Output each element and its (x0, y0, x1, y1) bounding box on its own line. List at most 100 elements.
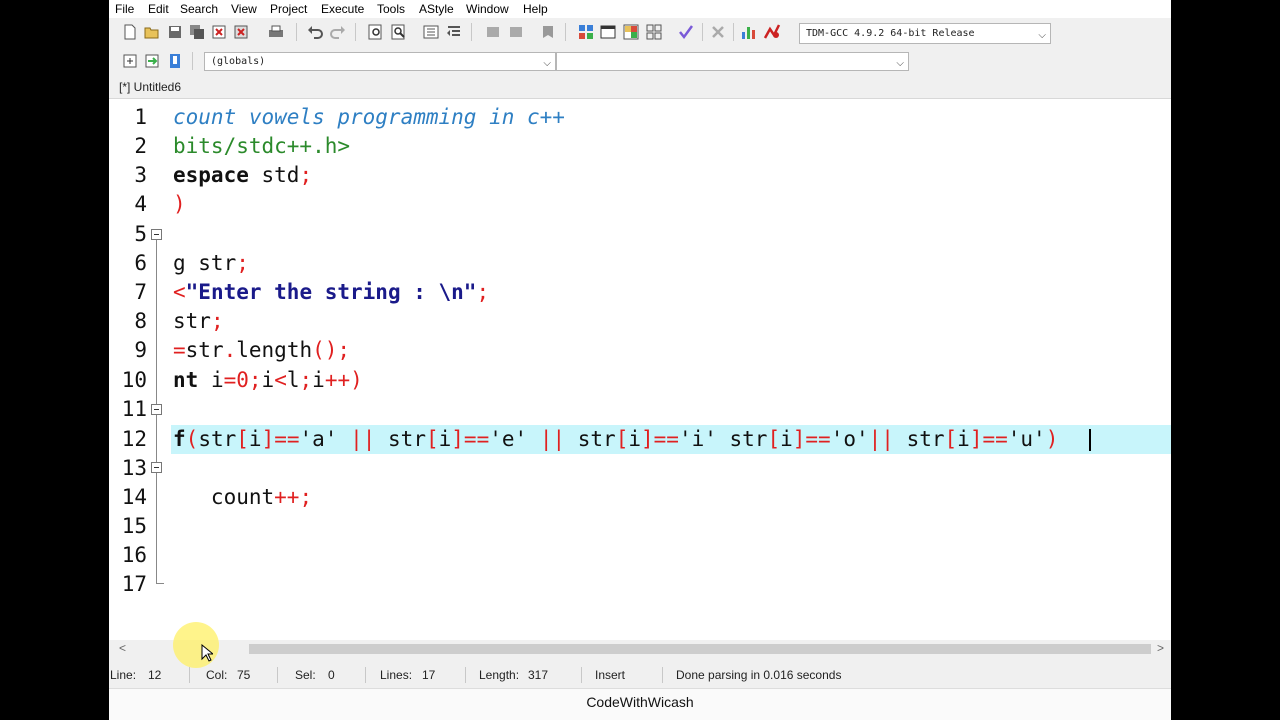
save-icon[interactable] (166, 23, 184, 41)
fold-toggle-icon[interactable] (151, 462, 162, 473)
find-icon[interactable] (367, 23, 385, 41)
menu-edit[interactable]: Edit (148, 2, 169, 16)
scroll-right-icon[interactable]: > (1157, 641, 1164, 655)
pointer-icon (201, 644, 213, 662)
status-col-label: Col: (206, 668, 228, 682)
tab-untitled6[interactable]: [*] Untitled6 (115, 78, 185, 98)
replace-icon[interactable] (390, 23, 408, 41)
status-sel-label: Sel: (295, 668, 316, 682)
code-line-4: ) (173, 192, 186, 216)
class-browser-icon[interactable] (577, 23, 595, 41)
menu-search[interactable]: Search (180, 2, 218, 16)
line-number: 6 (134, 251, 147, 275)
back-icon[interactable] (484, 23, 502, 41)
code-line-8: str; (173, 309, 224, 333)
mouse-cursor-highlight (173, 622, 219, 668)
class-toolbar: (globals) ⌵ ⌵ (109, 50, 1171, 72)
menu-file[interactable]: File (115, 2, 134, 16)
code-line-6: g str; (173, 251, 249, 275)
line-number: 1 (134, 105, 147, 129)
status-lines-label: Lines: (380, 668, 413, 682)
line-number: 2 (134, 134, 147, 158)
code-line-3: espace std; (173, 163, 313, 187)
line-number-gutter: 1 2 3 4 5 6 7 8 9 10 11 12 13 14 15 16 1… (109, 99, 171, 640)
line-number: 7 (134, 280, 147, 304)
status-length-value: 317 (528, 668, 549, 682)
fold-end (156, 583, 164, 584)
close-all-icon[interactable] (232, 23, 250, 41)
line-number: 11 (121, 397, 147, 421)
cross-icon[interactable] (709, 23, 727, 41)
status-mode: Insert (595, 668, 626, 682)
check-icon[interactable] (677, 23, 695, 41)
print-icon[interactable] (267, 23, 285, 41)
save-all-icon[interactable] (188, 23, 206, 41)
open-icon[interactable] (143, 23, 161, 41)
line-number: 9 (134, 338, 147, 362)
code-line-1: count vowels programming in c++ (173, 105, 565, 129)
code-line-12: f(str[i]=='a' || str[i]=='e' || str[i]==… (173, 427, 1059, 451)
code-editor[interactable]: 1 2 3 4 5 6 7 8 9 10 11 12 13 14 15 16 1… (109, 99, 1171, 640)
compiler-select-value: TDM-GCC 4.9.2 64-bit Release (806, 28, 975, 39)
line-number: 8 (134, 309, 147, 333)
chart-icon[interactable] (740, 23, 758, 41)
status-bar: Line: 12 Col: 75 Sel: 0 Lines: 17 Length… (109, 664, 1171, 686)
line-number: 17 (121, 572, 147, 596)
menu-project[interactable]: Project (270, 2, 307, 16)
chevron-down-icon: ⌵ (1038, 30, 1046, 41)
code-line-2: bits/stdc++.h> (173, 134, 351, 158)
line-number: 10 (121, 368, 147, 392)
scroll-left-icon[interactable]: < (119, 641, 126, 655)
status-sel-value: 0 (328, 668, 335, 682)
scope-select[interactable]: (globals) ⌵ (204, 52, 556, 71)
goto-icon[interactable] (143, 52, 161, 70)
menu-help[interactable]: Help (523, 2, 548, 16)
horizontal-scrollbar[interactable]: < > (109, 640, 1171, 657)
compiler-select[interactable]: TDM-GCC 4.9.2 64-bit Release ⌵ (799, 23, 1051, 44)
code-line-10: nt i=0;i<l;i++) (173, 368, 363, 392)
menu-view[interactable]: View (231, 2, 257, 16)
insert-icon[interactable] (121, 52, 139, 70)
scope-select-value: (globals) (211, 56, 266, 67)
redo-icon[interactable] (329, 23, 347, 41)
line-number: 5 (134, 222, 147, 246)
debug-icon[interactable] (763, 23, 781, 41)
close-icon[interactable] (210, 23, 228, 41)
line-number: 3 (134, 163, 147, 187)
main-toolbar: TDM-GCC 4.9.2 64-bit Release ⌵ (109, 23, 1171, 45)
menu-astyle[interactable]: AStyle (419, 2, 454, 16)
toggle-icon[interactable] (599, 23, 617, 41)
grid-icon-2[interactable] (645, 23, 663, 41)
editor-tabs: [*] Untitled6 (109, 76, 1171, 99)
new-file-icon[interactable] (121, 23, 139, 41)
code-line-14: count++; (173, 485, 313, 509)
menu-execute[interactable]: Execute (321, 2, 364, 16)
status-line-value: 12 (148, 668, 162, 682)
undo-icon[interactable] (306, 23, 324, 41)
chevron-down-icon: ⌵ (543, 58, 551, 69)
menu-window[interactable]: Window (466, 2, 509, 16)
line-number: 16 (121, 543, 147, 567)
bookmark-icon[interactable] (539, 23, 557, 41)
fold-toggle-icon[interactable] (151, 229, 162, 240)
line-number: 14 (121, 485, 147, 509)
line-number: 13 (121, 456, 147, 480)
ide-window: File Edit Search View Project Execute To… (109, 0, 1171, 720)
code-line-9: =str.length(); (173, 338, 351, 362)
scroll-thumb[interactable] (249, 644, 1151, 654)
unindent-icon[interactable] (445, 23, 463, 41)
line-number: 15 (121, 514, 147, 538)
bookmark-toggle-icon[interactable] (166, 52, 184, 70)
line-number: 4 (134, 192, 147, 216)
chevron-down-icon: ⌵ (896, 58, 904, 69)
fold-toggle-icon[interactable] (151, 404, 162, 415)
status-length-label: Length: (479, 668, 520, 682)
menu-bar: File Edit Search View Project Execute To… (109, 0, 1171, 18)
status-line-label: Line: (110, 668, 137, 682)
indent-icon[interactable] (422, 23, 440, 41)
grid-icon[interactable] (622, 23, 640, 41)
menu-tools[interactable]: Tools (377, 2, 405, 16)
forward-icon[interactable] (507, 23, 525, 41)
member-select[interactable]: ⌵ (556, 52, 909, 71)
status-lines-value: 17 (422, 668, 436, 682)
